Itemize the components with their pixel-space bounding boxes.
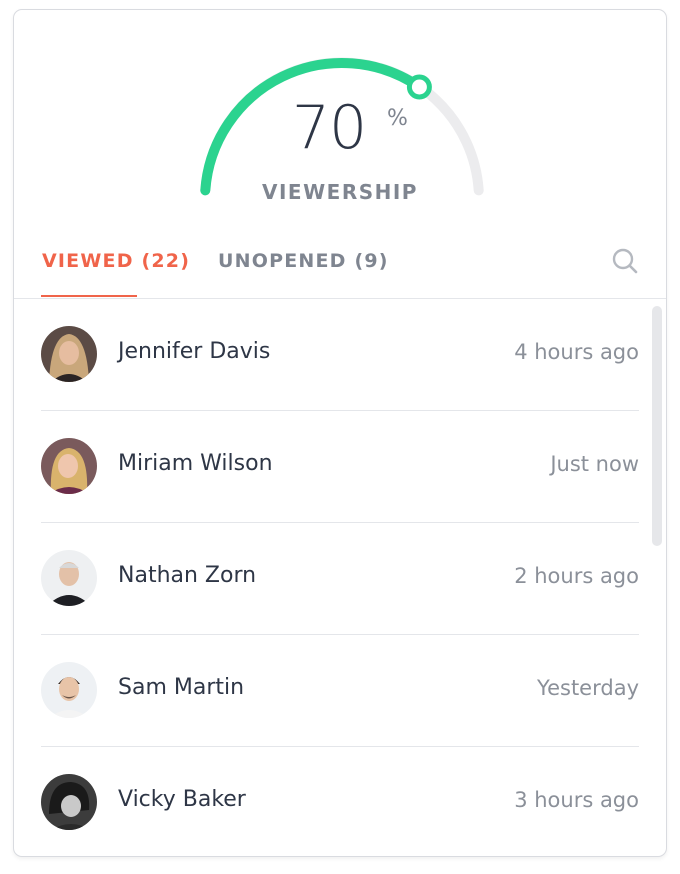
list-item[interactable]: Jennifer Davis 4 hours ago [41, 299, 639, 411]
list-item[interactable]: Miriam Wilson Just now [41, 411, 639, 523]
gauge-knob [406, 74, 432, 100]
viewed-time: Yesterday [537, 676, 639, 700]
viewer-name: Sam Martin [118, 675, 245, 700]
viewed-time: 4 hours ago [514, 340, 639, 364]
viewer-name: Miriam Wilson [118, 451, 273, 476]
viewed-time: 3 hours ago [514, 788, 639, 812]
search-icon [612, 248, 638, 274]
list-item[interactable]: Sam Martin Yesterday [41, 635, 639, 747]
viewed-time: 2 hours ago [514, 564, 639, 588]
list-item[interactable]: Nathan Zorn 2 hours ago [41, 523, 639, 635]
viewer-name: Nathan Zorn [118, 563, 257, 588]
avatar [41, 438, 97, 494]
viewer-tabs: VIEWED (22) UNOPENED (9) [14, 246, 666, 299]
viewer-name: Vicky Baker [118, 787, 246, 812]
list-item[interactable]: Vicky Baker 3 hours ago [41, 747, 639, 856]
avatar [41, 774, 97, 830]
tab-unopened[interactable]: UNOPENED (9) [218, 250, 389, 272]
viewership-card: 70 % VIEWERSHIP VIEWED (22) UNOPENED (9) [13, 9, 667, 857]
avatar [41, 550, 97, 606]
search-button[interactable] [610, 246, 640, 276]
viewed-time: Just now [550, 452, 639, 476]
viewer-list: Jennifer Davis 4 hours ago Miriam Wilson… [14, 299, 666, 856]
avatar [41, 662, 97, 718]
viewership-gauge: 70 % VIEWERSHIP [14, 10, 666, 230]
viewership-percent: 70 [291, 93, 367, 163]
viewership-label: VIEWERSHIP [262, 180, 418, 204]
list-scrollbar[interactable] [652, 306, 662, 546]
percent-sign: % [387, 106, 408, 131]
avatar [41, 326, 97, 382]
viewer-name: Jennifer Davis [118, 339, 271, 364]
tab-viewed[interactable]: VIEWED (22) [42, 250, 190, 272]
active-tab-indicator [41, 295, 137, 297]
